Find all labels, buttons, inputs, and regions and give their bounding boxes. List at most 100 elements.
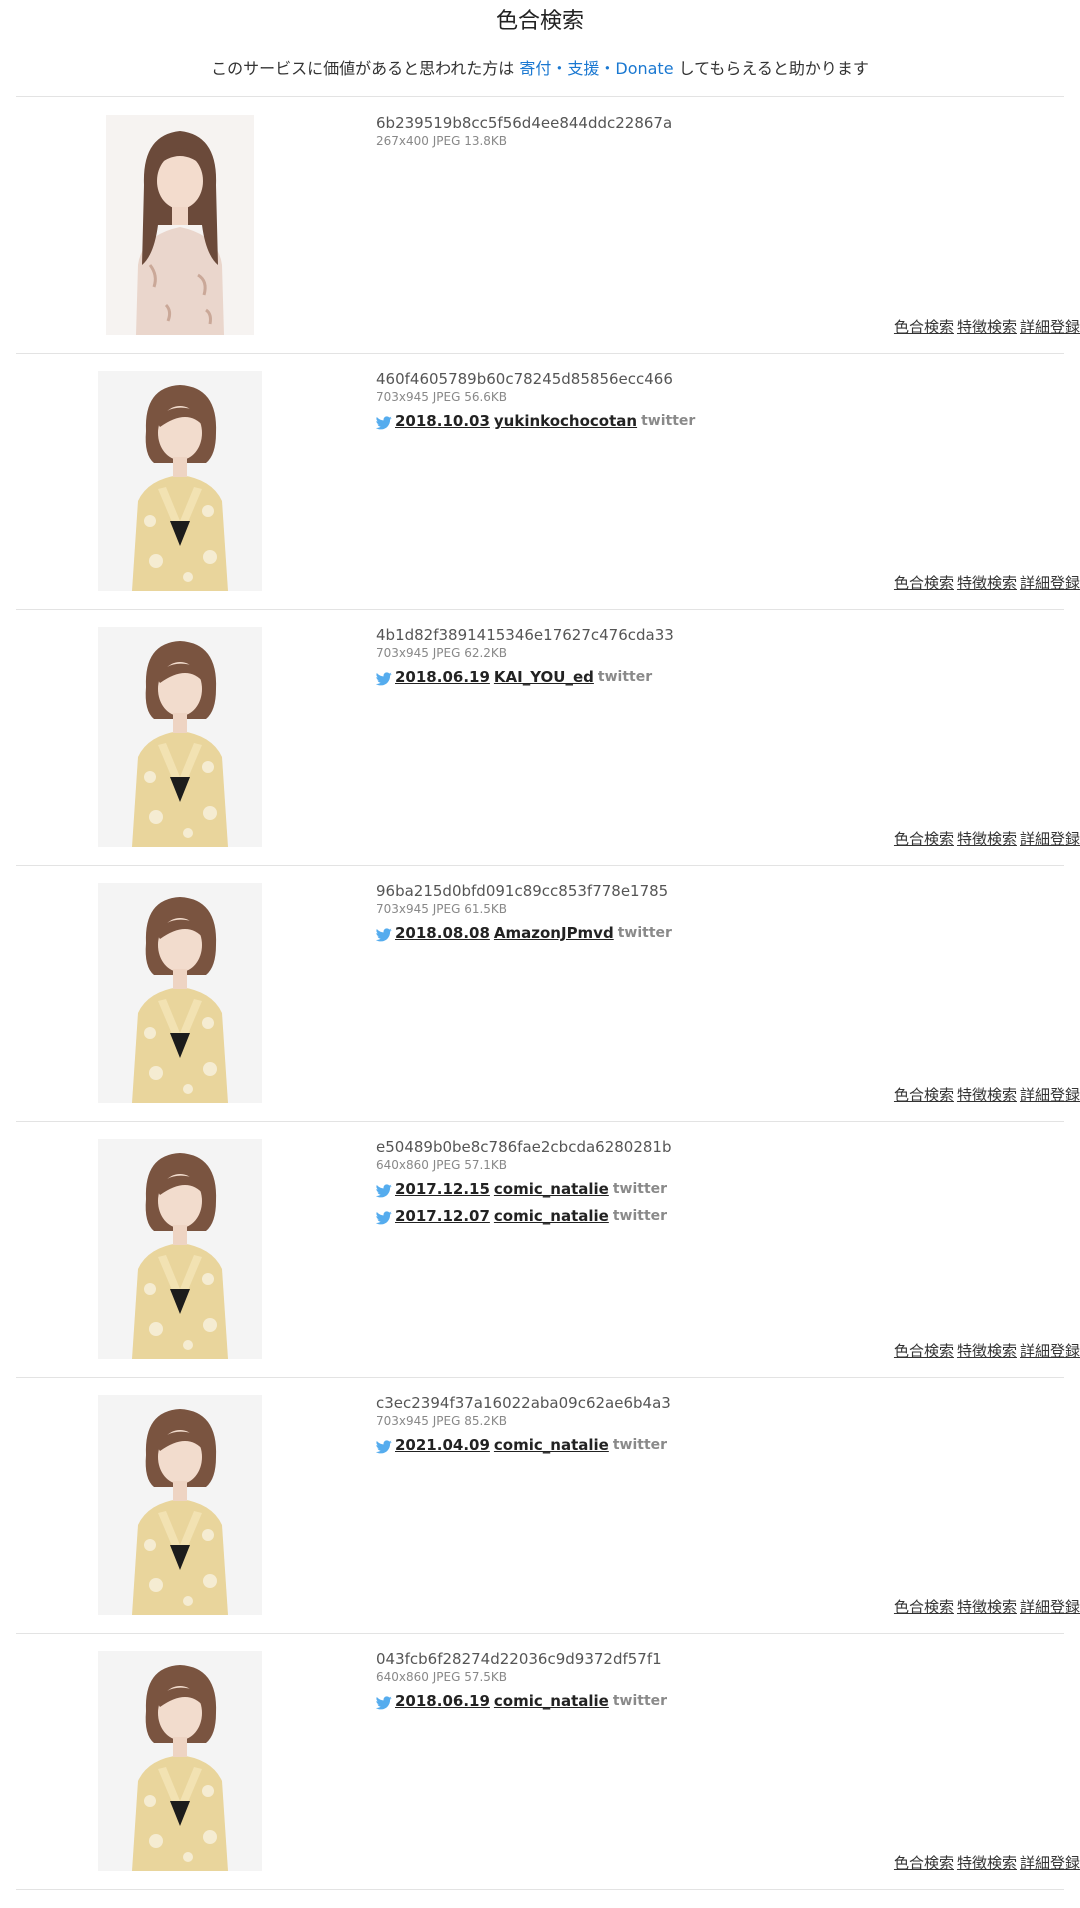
source-account-link[interactable]: comic_natalie <box>494 1206 609 1227</box>
twitter-bird-icon <box>375 1439 392 1453</box>
source-date-link[interactable]: 2018.06.19 <box>395 1691 490 1712</box>
twitter-bird-icon <box>375 927 392 941</box>
result-thumbnail[interactable] <box>98 371 262 591</box>
source-row: 2018.06.19 KAI_YOU_ed twitter <box>375 667 1016 688</box>
source-site-label: twitter <box>597 669 653 685</box>
result-thumbnail[interactable] <box>98 1139 262 1359</box>
image-meta: 640x860 JPEG 57.5KB <box>376 1670 508 1684</box>
result-info: 4b1d82f3891415346e17627c476cda33 703x945 … <box>375 625 1016 688</box>
result-actions: 色合検索 特徴検索 詳細登録 <box>891 1853 1080 1873</box>
feature-search-link[interactable]: 特徴検索 <box>957 1598 1017 1616</box>
image-meta: 703x945 JPEG 56.6KB <box>376 390 508 404</box>
source-account-link[interactable]: comic_natalie <box>494 1435 609 1456</box>
image-meta: 703x945 JPEG 62.2KB <box>376 646 508 660</box>
image-hash: e50489b0be8c786fae2cbcda6280281b <box>376 1138 672 1156</box>
result-actions: 色合検索 特徴検索 詳細登録 <box>891 1341 1080 1361</box>
detail-register-link[interactable]: 詳細登録 <box>1020 1086 1080 1104</box>
result-thumbnail[interactable] <box>106 115 254 335</box>
result-thumbnail[interactable] <box>98 883 262 1103</box>
source-row: 2021.04.09 comic_natalie twitter <box>375 1435 1016 1456</box>
source-date-link[interactable]: 2021.04.09 <box>395 1435 490 1456</box>
source-date-link[interactable]: 2017.12.07 <box>395 1206 490 1227</box>
source-site-label: twitter <box>612 1208 668 1224</box>
image-meta: 640x860 JPEG 57.1KB <box>376 1158 508 1172</box>
result-info: e50489b0be8c786fae2cbcda6280281b 640x860 … <box>375 1137 1016 1227</box>
image-meta: 703x945 JPEG 85.2KB <box>376 1414 508 1428</box>
detail-register-link[interactable]: 詳細登録 <box>1020 318 1080 336</box>
source-site-label: twitter <box>617 925 672 941</box>
image-hash: 96ba215d0bfd091c89cc853f778e1785 <box>376 882 669 900</box>
source-site-label: twitter <box>641 413 696 429</box>
image-meta: 703x945 JPEG 61.5KB <box>376 902 508 916</box>
image-meta: 267x400 JPEG 13.8KB <box>376 134 508 148</box>
image-hash: 6b239519b8cc5f56d4ee844ddc22867a <box>376 114 673 132</box>
source-account-link[interactable]: yukinkochocotan <box>494 411 637 432</box>
result-actions: 色合検索 特徴検索 詳細登録 <box>891 317 1080 337</box>
detail-register-link[interactable]: 詳細登録 <box>1020 1598 1080 1616</box>
color-search-link[interactable]: 色合検索 <box>894 1598 954 1616</box>
notice-text-after: してもらえると助かります <box>678 59 869 78</box>
feature-search-link[interactable]: 特徴検索 <box>957 1086 1017 1104</box>
result-info: 6b239519b8cc5f56d4ee844ddc22867a 267x400 … <box>376 113 1016 149</box>
feature-search-link[interactable]: 特徴検索 <box>957 318 1017 336</box>
source-date-link[interactable]: 2017.12.15 <box>395 1179 490 1200</box>
detail-register-link[interactable]: 詳細登録 <box>1020 1342 1080 1360</box>
result-thumbnail[interactable] <box>98 1651 262 1871</box>
result-item: 4b1d82f3891415346e17627c476cda33 703x945 … <box>16 609 1080 865</box>
donate-link[interactable]: 寄付・支援・Donate <box>519 59 673 78</box>
color-search-link[interactable]: 色合検索 <box>894 1342 954 1360</box>
feature-search-link[interactable]: 特徴検索 <box>957 1854 1017 1872</box>
result-actions: 色合検索 特徴検索 詳細登録 <box>891 573 1080 593</box>
result-item: 043fcb6f28274d22036c9d9372df57f1 640x860 … <box>16 1633 1080 1889</box>
source-row: 2018.10.03 yukinkochocotan twitter <box>375 411 1016 432</box>
source-account-link[interactable]: KAI_YOU_ed <box>494 667 594 688</box>
source-account-link[interactable]: AmazonJPmvd <box>494 923 614 944</box>
image-hash: 4b1d82f3891415346e17627c476cda33 <box>376 626 674 644</box>
source-site-label: twitter <box>612 1437 668 1453</box>
divider <box>16 1889 1064 1890</box>
feature-search-link[interactable]: 特徴検索 <box>957 574 1017 592</box>
notice-text-before: このサービスに価値があると思われた方は <box>211 59 515 78</box>
result-item: 6b239519b8cc5f56d4ee844ddc22867a 267x400 … <box>16 97 1080 353</box>
feature-search-link[interactable]: 特徴検索 <box>957 1342 1017 1360</box>
detail-register-link[interactable]: 詳細登録 <box>1020 830 1080 848</box>
result-info: 043fcb6f28274d22036c9d9372df57f1 640x860 … <box>375 1649 1016 1712</box>
source-date-link[interactable]: 2018.10.03 <box>395 411 490 432</box>
result-item: e50489b0be8c786fae2cbcda6280281b 640x860 … <box>16 1121 1080 1377</box>
source-row: 2018.08.08 AmazonJPmvd twitter <box>375 923 1016 944</box>
source-date-link[interactable]: 2018.08.08 <box>395 923 490 944</box>
image-hash: c3ec2394f37a16022aba09c62ae6b4a3 <box>376 1394 671 1412</box>
result-item: c3ec2394f37a16022aba09c62ae6b4a3 703x945 … <box>16 1377 1080 1633</box>
source-date-link[interactable]: 2018.06.19 <box>395 667 490 688</box>
source-site-label: twitter <box>612 1693 668 1709</box>
image-hash: 043fcb6f28274d22036c9d9372df57f1 <box>376 1650 662 1668</box>
result-thumbnail[interactable] <box>98 627 262 847</box>
detail-register-link[interactable]: 詳細登録 <box>1020 1854 1080 1872</box>
detail-register-link[interactable]: 詳細登録 <box>1020 574 1080 592</box>
donation-notice: このサービスに価値があると思われた方は 寄付・支援・Donate してもらえると… <box>0 58 1080 80</box>
twitter-bird-icon <box>375 671 392 685</box>
page-title: 色合検索 <box>495 9 584 34</box>
twitter-bird-icon <box>375 1210 392 1224</box>
color-search-link[interactable]: 色合検索 <box>894 1086 954 1104</box>
result-actions: 色合検索 特徴検索 詳細登録 <box>891 1085 1080 1105</box>
color-search-link[interactable]: 色合検索 <box>894 830 954 848</box>
result-actions: 色合検索 特徴検索 詳細登録 <box>891 1597 1080 1617</box>
twitter-bird-icon <box>375 1183 392 1197</box>
result-actions: 色合検索 特徴検索 詳細登録 <box>891 829 1080 849</box>
source-row: 2017.12.07 comic_natalie twitter <box>375 1206 1016 1227</box>
source-account-link[interactable]: comic_natalie <box>494 1691 609 1712</box>
color-search-link[interactable]: 色合検索 <box>894 318 954 336</box>
color-search-link[interactable]: 色合検索 <box>894 1854 954 1872</box>
source-account-link[interactable]: comic_natalie <box>494 1179 609 1200</box>
result-item: 460f4605789b60c78245d85856ecc466 703x945 … <box>16 353 1080 609</box>
source-row: 2018.06.19 comic_natalie twitter <box>375 1691 1016 1712</box>
result-thumbnail[interactable] <box>98 1395 262 1615</box>
image-hash: 460f4605789b60c78245d85856ecc466 <box>376 370 673 388</box>
color-search-link[interactable]: 色合検索 <box>894 574 954 592</box>
twitter-bird-icon <box>375 415 392 429</box>
result-info: 96ba215d0bfd091c89cc853f778e1785 703x945 … <box>375 881 1016 944</box>
source-row: 2017.12.15 comic_natalie twitter <box>375 1179 1016 1200</box>
feature-search-link[interactable]: 特徴検索 <box>957 830 1017 848</box>
twitter-bird-icon <box>375 1695 392 1709</box>
